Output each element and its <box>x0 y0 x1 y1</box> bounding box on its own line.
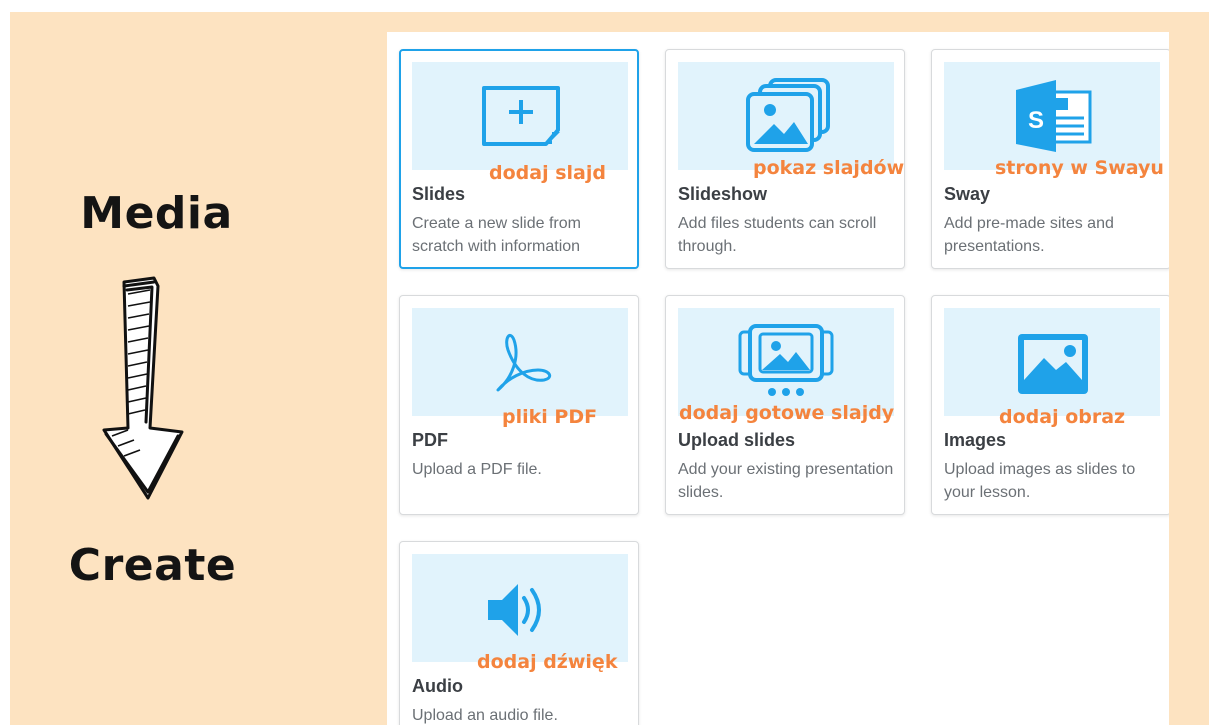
slideshow-thumbnail <box>678 62 894 170</box>
card-title: Sway <box>944 184 991 204</box>
image-stack-icon <box>746 78 830 152</box>
upload-slides-thumbnail <box>678 308 894 416</box>
card-description: Upload images as slides to your lesson. <box>944 461 1136 501</box>
images-annotation: dodaj obraz <box>999 406 1126 428</box>
slideshow-annotation: pokaz slajdów <box>753 157 905 179</box>
sway-annotation: strony w Swayu <box>995 157 1164 179</box>
card-description: Upload a PDF file. <box>412 461 542 478</box>
sway-thumbnail: S <box>944 62 1160 170</box>
down-arrow-icon <box>102 276 184 500</box>
audio-card[interactable]: Audio Upload an audio file. <box>399 541 639 725</box>
upload-slides-icon <box>738 324 834 396</box>
card-title: PDF <box>412 430 448 450</box>
card-title: Slides <box>412 184 466 204</box>
card-description: Add your existing presentation slides. <box>678 461 894 501</box>
upload-slides-annotation: dodaj gotowe slajdy <box>679 402 895 424</box>
media-label: Media <box>80 188 233 239</box>
card-description: Upload an audio file. <box>412 707 558 724</box>
card-title: Audio <box>412 676 463 696</box>
media-options-panel: Slides Create a new slide from scratch w… <box>387 32 1169 725</box>
pdf-card[interactable]: PDF Upload a PDF file. <box>399 295 639 515</box>
create-label: Create <box>68 540 237 591</box>
add-slide-icon <box>482 86 560 146</box>
pdf-thumbnail <box>412 308 628 416</box>
pdf-icon <box>496 334 552 392</box>
card-description: Add files students can scroll through. <box>678 215 877 255</box>
card-title: Slideshow <box>678 184 768 204</box>
slides-card[interactable]: Slides Create a new slide from scratch w… <box>399 49 639 269</box>
sway-logo-icon: S <box>1016 80 1092 152</box>
pdf-annotation: pliki PDF <box>502 406 598 428</box>
card-description: Add pre-made sites and presentations. <box>944 215 1114 255</box>
card-description: Create a new slide from scratch with inf… <box>412 215 581 255</box>
slides-thumbnail <box>412 62 628 170</box>
image-icon <box>1018 334 1088 394</box>
images-card[interactable]: Images Upload images as slides to your l… <box>931 295 1169 515</box>
slides-annotation: dodaj slajd <box>489 162 606 184</box>
card-title: Images <box>944 430 1007 450</box>
svg-text:S: S <box>1028 107 1044 134</box>
card-title: Upload slides <box>678 430 796 450</box>
audio-thumbnail <box>412 554 628 662</box>
audio-annotation: dodaj dźwięk <box>477 651 618 673</box>
speaker-icon <box>488 584 541 636</box>
images-thumbnail <box>944 308 1160 416</box>
